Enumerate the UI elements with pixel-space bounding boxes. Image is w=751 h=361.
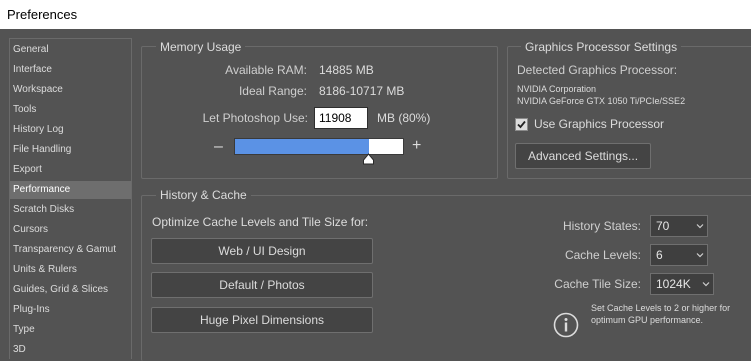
sidebar-item-file-handling[interactable]: File Handling xyxy=(10,141,131,159)
use-gpu-checkbox[interactable] xyxy=(515,118,528,131)
window-title: Preferences xyxy=(7,7,78,22)
memory-unit-percent: MB (80%) xyxy=(377,111,431,125)
sidebar-item-performance[interactable]: Performance xyxy=(10,181,131,199)
cache-levels-label: Cache Levels: xyxy=(564,248,641,262)
checkmark-icon xyxy=(517,120,526,129)
cache-tile-size-value: 1024K xyxy=(656,277,691,291)
chevron-down-icon xyxy=(696,224,704,229)
sidebar-item-history-log[interactable]: History Log xyxy=(10,121,131,139)
memory-increase-button[interactable]: + xyxy=(412,138,421,154)
sidebar-item-guides-grid-slices[interactable]: Guides, Grid & Slices xyxy=(10,281,131,299)
history-states-value: 70 xyxy=(656,219,670,233)
huge-pixel-dimensions-button[interactable]: Huge Pixel Dimensions xyxy=(151,307,373,333)
available-ram-value: 14885 MB xyxy=(319,63,374,77)
memory-slider-thumb[interactable] xyxy=(362,153,375,166)
memory-slider-fill xyxy=(235,139,370,154)
web-ui-design-button[interactable]: Web / UI Design xyxy=(151,238,373,264)
sidebar-item-general[interactable]: General xyxy=(10,41,131,59)
memory-decrease-button[interactable]: – xyxy=(214,139,223,155)
gpu-vendor: NVIDIA Corporation xyxy=(517,84,597,94)
chevron-down-icon xyxy=(702,282,710,287)
sidebar-item-scratch-disks[interactable]: Scratch Disks xyxy=(10,201,131,219)
sidebar-item-interface[interactable]: Interface xyxy=(10,61,131,79)
memory-slider[interactable] xyxy=(234,138,404,155)
preferences-sidebar: General Interface Workspace Tools Histor… xyxy=(9,38,132,359)
use-gpu-label[interactable]: Use Graphics Processor xyxy=(534,117,664,131)
sidebar-item-3d[interactable]: 3D xyxy=(10,341,131,359)
ideal-range-label: Ideal Range: xyxy=(238,84,307,98)
default-photos-button[interactable]: Default / Photos xyxy=(151,272,373,298)
graphics-processor-title: Graphics Processor Settings xyxy=(521,40,682,54)
detected-gpu-label: Detected Graphics Processor: xyxy=(517,63,678,77)
gpu-cache-hint-line1: Set Cache Levels to 2 or higher for xyxy=(591,303,731,313)
available-ram-label: Available RAM: xyxy=(225,63,307,77)
sidebar-item-workspace[interactable]: Workspace xyxy=(10,81,131,99)
sidebar-item-plug-ins[interactable]: Plug-Ins xyxy=(10,301,131,319)
memory-usage-title: Memory Usage xyxy=(156,40,246,54)
cache-tile-size-dropdown[interactable]: 1024K xyxy=(650,273,714,295)
gpu-model: NVIDIA GeForce GTX 1050 Ti/PCIe/SSE2 xyxy=(517,96,686,106)
history-states-label: History States: xyxy=(562,219,641,233)
gpu-cache-hint-line2: optimum GPU performance. xyxy=(591,315,704,325)
sidebar-item-tools[interactable]: Tools xyxy=(10,101,131,119)
sidebar-item-transparency-gamut[interactable]: Transparency & Gamut xyxy=(10,241,131,259)
sidebar-item-cursors[interactable]: Cursors xyxy=(10,221,131,239)
sidebar-item-export[interactable]: Export xyxy=(10,161,131,179)
ideal-range-value: 8186-10717 MB xyxy=(319,84,405,98)
cache-tile-size-label: Cache Tile Size: xyxy=(554,277,641,291)
history-states-dropdown[interactable]: 70 xyxy=(650,215,708,237)
advanced-settings-button[interactable]: Advanced Settings... xyxy=(515,143,651,169)
sidebar-item-type[interactable]: Type xyxy=(10,321,131,339)
info-icon xyxy=(553,312,579,338)
cache-levels-value: 6 xyxy=(656,248,663,262)
memory-amount-input[interactable]: 11908 xyxy=(314,107,368,129)
history-cache-title: History & Cache xyxy=(156,188,251,202)
title-bar: Preferences xyxy=(0,0,751,29)
let-photoshop-use-label: Let Photoshop Use: xyxy=(202,111,308,125)
chevron-down-icon xyxy=(696,253,704,258)
cache-levels-dropdown[interactable]: 6 xyxy=(650,244,708,266)
sidebar-item-units-rulers[interactable]: Units & Rulers xyxy=(10,261,131,279)
optimize-label: Optimize Cache Levels and Tile Size for: xyxy=(152,215,369,229)
